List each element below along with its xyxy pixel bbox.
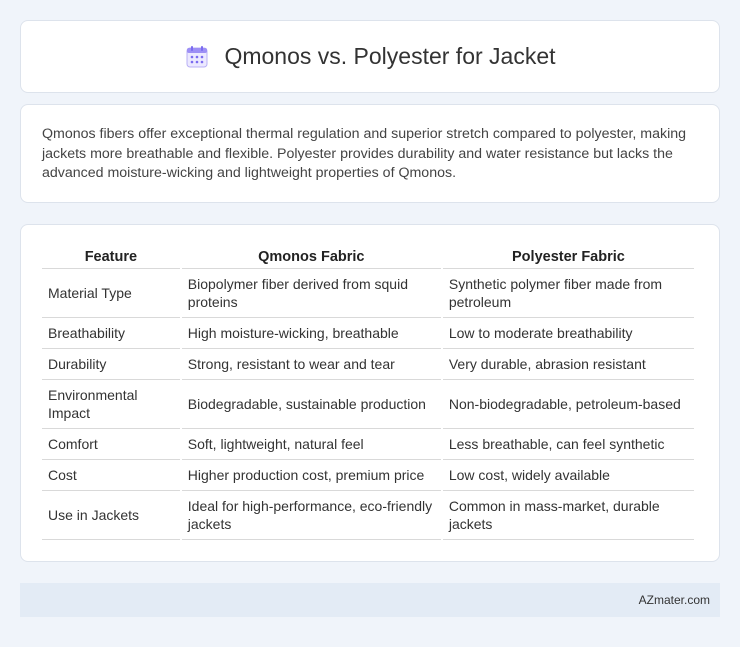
polyester-cell: Synthetic polymer fiber made from petrol… <box>442 269 694 318</box>
intro-text: Qmonos fibers offer exceptional thermal … <box>42 126 687 181</box>
qmonos-cell: Soft, lightweight, natural feel <box>181 429 441 460</box>
comparison-table: Feature Qmonos Fabric Polyester Fabric M… <box>40 245 696 540</box>
table-row: Breathability High moisture-wicking, bre… <box>42 318 694 349</box>
table-row: Durability Strong, resistant to wear and… <box>42 349 694 380</box>
qmonos-cell: Ideal for high-performance, eco-friendly… <box>181 491 441 540</box>
footer: AZmater.com <box>20 583 720 617</box>
feature-cell: Breathability <box>42 318 180 349</box>
polyester-cell: Common in mass-market, durable jackets <box>442 491 694 540</box>
column-header-qmonos: Qmonos Fabric <box>181 245 441 269</box>
feature-cell: Use in Jackets <box>42 491 180 540</box>
polyester-cell: Low to moderate breathability <box>442 318 694 349</box>
feature-cell: Durability <box>42 349 180 380</box>
qmonos-cell: Strong, resistant to wear and tear <box>181 349 441 380</box>
qmonos-cell: Biodegradable, sustainable production <box>181 380 441 429</box>
feature-cell: Material Type <box>42 269 180 318</box>
feature-cell: Comfort <box>42 429 180 460</box>
qmonos-cell: Higher production cost, premium price <box>181 460 441 491</box>
table-row: Material Type Biopolymer fiber derived f… <box>42 269 694 318</box>
polyester-cell: Very durable, abrasion resistant <box>442 349 694 380</box>
polyester-cell: Non-biodegradable, petroleum-based <box>442 380 694 429</box>
table-row: Comfort Soft, lightweight, natural feel … <box>42 429 694 460</box>
table-row: Environmental Impact Biodegradable, sust… <box>42 380 694 429</box>
qmonos-cell: Biopolymer fiber derived from squid prot… <box>181 269 441 318</box>
feature-cell: Environmental Impact <box>42 380 180 429</box>
column-header-polyester: Polyester Fabric <box>442 245 694 269</box>
qmonos-cell: High moisture-wicking, breathable <box>181 318 441 349</box>
table-row: Use in Jackets Ideal for high-performanc… <box>42 491 694 540</box>
column-header-feature: Feature <box>42 245 180 269</box>
title-card: Qmonos vs. Polyester for Jacket <box>20 20 720 93</box>
table-header-row: Feature Qmonos Fabric Polyester Fabric <box>42 245 694 269</box>
calendar-icon <box>186 45 208 67</box>
table-row: Cost Higher production cost, premium pri… <box>42 460 694 491</box>
intro-card: Qmonos fibers offer exceptional thermal … <box>20 104 720 203</box>
footer-site-link[interactable]: AZmater.com <box>639 593 710 607</box>
feature-cell: Cost <box>42 460 180 491</box>
page-title: Qmonos vs. Polyester for Jacket <box>224 43 556 69</box>
polyester-cell: Low cost, widely available <box>442 460 694 491</box>
polyester-cell: Less breathable, can feel synthetic <box>442 429 694 460</box>
comparison-card: Feature Qmonos Fabric Polyester Fabric M… <box>20 224 720 562</box>
